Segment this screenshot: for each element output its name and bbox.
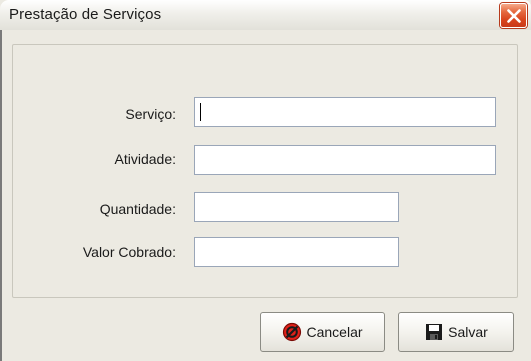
atividade-input[interactable] (194, 145, 496, 175)
window-title: Prestação de Serviços (9, 6, 162, 23)
save-button[interactable]: Salvar (398, 312, 514, 352)
close-icon (507, 9, 521, 23)
floppy-disk-icon (424, 322, 444, 342)
servico-label: Serviço: (125, 106, 176, 122)
atividade-label: Atividade: (114, 151, 176, 167)
quantidade-label: Quantidade: (99, 201, 176, 217)
dialog-window: Prestação de Serviços Serviço: Atividade… (0, 0, 531, 361)
valor-cobrado-input[interactable] (194, 237, 399, 267)
cancel-label: Cancelar (306, 324, 363, 340)
servico-input[interactable] (194, 97, 496, 127)
save-label: Salvar (448, 324, 488, 340)
text-caret (200, 103, 201, 121)
title-bar[interactable]: Prestação de Serviços (0, 0, 531, 30)
valor-cobrado-label: Valor Cobrado: (82, 244, 176, 260)
quantidade-input[interactable] (194, 192, 399, 222)
window-border (0, 30, 2, 361)
cancel-icon (282, 322, 302, 342)
cancel-button[interactable]: Cancelar (260, 312, 385, 352)
close-button[interactable] (500, 3, 527, 28)
